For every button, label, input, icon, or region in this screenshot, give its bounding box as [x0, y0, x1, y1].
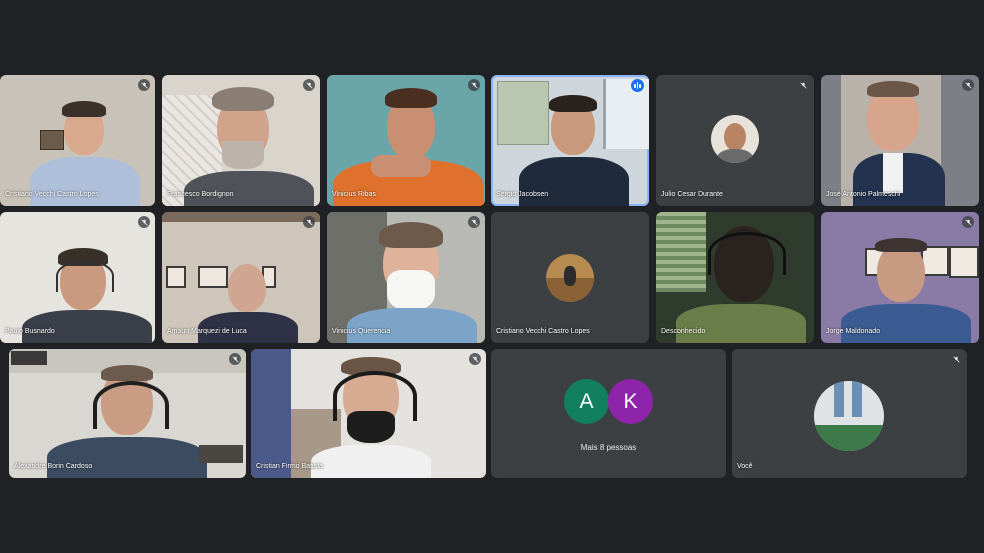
participant-tile-active-speaker[interactable]: Sergio Jacobsen [491, 75, 649, 206]
participant-name: Sergio Jacobsen [496, 191, 549, 198]
participant-tile[interactable]: Vinicius Ribas [327, 75, 485, 206]
participant-tile[interactable]: Cristian Firmo Batista [251, 349, 486, 478]
more-participants-tile[interactable]: A K Mais 8 pessoas [491, 349, 726, 478]
wall-picture [40, 130, 64, 150]
participant-tile[interactable]: Desconhecido [656, 212, 814, 343]
mic-off-icon [962, 216, 974, 228]
wall-map [497, 81, 549, 145]
participant-initial-avatar: K [608, 379, 653, 424]
participant-name: Alexandre Borin Cardoso [14, 463, 93, 470]
participant-name: Amauri Marquezi de Luca [167, 328, 247, 335]
headset-icon [93, 381, 169, 429]
headset-icon [56, 260, 114, 292]
participant-tile[interactable]: Paulo Busnardo [0, 212, 155, 343]
mic-off-icon [468, 216, 480, 228]
participant-name: Paulo Busnardo [5, 328, 55, 335]
mic-off-icon [138, 79, 150, 91]
participant-name: Vinicius Ribas [332, 191, 376, 198]
more-participants-label: Mais 8 pessoas [580, 443, 637, 452]
wall-frame [949, 246, 979, 278]
face-mask [347, 411, 395, 443]
participant-avatar [711, 115, 759, 163]
participant-name: Você [737, 463, 753, 470]
participant-tile[interactable]: Alexandre Borin Cardoso [9, 349, 246, 478]
wall-frame [166, 266, 186, 288]
participant-name: Francesco Bordignon [167, 191, 234, 198]
participant-tile[interactable]: Jorge Maldonado [821, 212, 979, 343]
participant-tile[interactable]: Cristiano Vecchi Castro Lopes [0, 75, 155, 206]
participant-avatar [546, 254, 594, 302]
participant-tile[interactable]: Cristiano Vecchi Castro Lopes [491, 212, 649, 343]
participant-name: Desconhecido [661, 328, 706, 335]
mic-off-icon [138, 216, 150, 228]
face-mask [387, 270, 435, 310]
participant-name: Cristiano Vecchi Castro Lopes [496, 328, 590, 335]
self-avatar [814, 381, 884, 451]
participant-name: Jorge Maldonado [826, 328, 881, 335]
participant-name: Cristian Firmo Batista [256, 463, 323, 470]
participant-name: Julio Cesar Durante [661, 191, 723, 198]
speaking-indicator-icon [631, 79, 644, 92]
participant-tile[interactable]: Vinicius Querencia [327, 212, 485, 343]
participant-name: José Antonio Palmeschi [826, 191, 901, 198]
mic-off-icon [469, 353, 481, 365]
mic-off-icon [229, 353, 241, 365]
mic-off-icon [468, 79, 480, 91]
mic-off-icon [797, 79, 809, 91]
wall-frame [198, 266, 228, 288]
mic-off-icon [303, 216, 315, 228]
mic-off-icon [962, 79, 974, 91]
meeting-grid: { "participants": [ {"name": "Cristiano … [0, 0, 984, 553]
participant-tile[interactable]: Amauri Marquezi de Luca [162, 212, 320, 343]
participant-initial-avatar: A [564, 379, 609, 424]
mic-off-icon [950, 353, 962, 365]
participant-tile[interactable]: Julio Cesar Durante [656, 75, 814, 206]
mic-off-icon [303, 79, 315, 91]
participant-name: Vinicius Querencia [332, 328, 391, 335]
self-view-tile[interactable]: Você [732, 349, 967, 478]
participant-tile[interactable]: José Antonio Palmeschi [821, 75, 979, 206]
participant-tile[interactable]: Francesco Bordignon [162, 75, 320, 206]
participant-name: Cristiano Vecchi Castro Lopes [5, 191, 99, 198]
headset-icon [708, 232, 786, 275]
participant-video [228, 264, 266, 312]
